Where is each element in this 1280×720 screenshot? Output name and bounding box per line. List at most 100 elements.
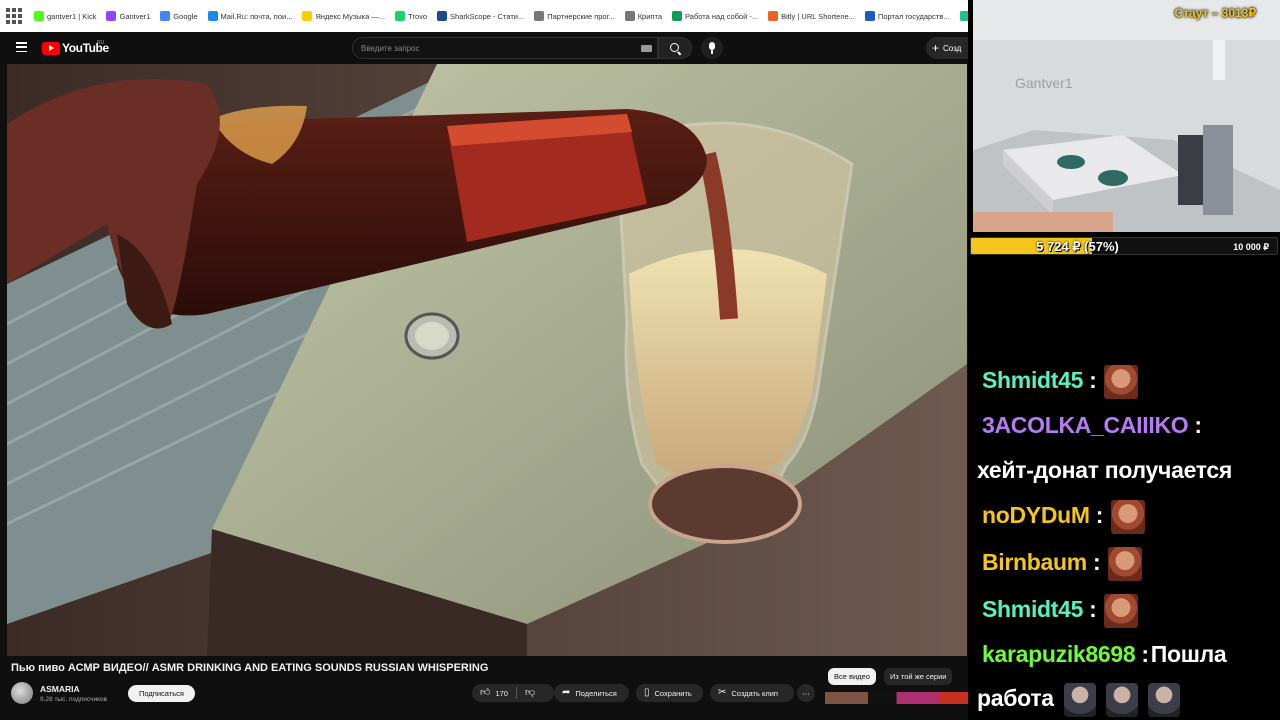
bookmark-favicon-icon bbox=[959, 11, 968, 21]
apps-grid-icon[interactable] bbox=[6, 8, 22, 24]
youtube-logo[interactable]: YouTube RU bbox=[42, 40, 109, 55]
stream-overlay: Gantver1 Стаут – 3013₽ 5 724 ₽ (57%) 10 … bbox=[968, 0, 1280, 720]
save-button[interactable]: ▯ Сохранить bbox=[636, 684, 703, 702]
channel-avatar[interactable] bbox=[11, 682, 33, 704]
search-icon bbox=[670, 43, 679, 52]
bookmark-favicon-icon bbox=[437, 11, 448, 21]
create-button[interactable]: + Созд bbox=[926, 37, 968, 59]
search-input[interactable] bbox=[361, 42, 631, 55]
browser-window: gantver1 | Kick Gantver1 Google Mail.Ru: по… bbox=[0, 0, 968, 720]
chat-message: хейт-донат получается bbox=[977, 457, 1232, 484]
bookmark-item[interactable]: SharkScope - Стати... bbox=[437, 11, 524, 21]
keyboard-icon[interactable] bbox=[641, 45, 652, 52]
bookmark-favicon-icon bbox=[34, 11, 44, 21]
bookmark-label: Партнерские прог... bbox=[547, 11, 615, 21]
subscribe-button[interactable]: Подписаться bbox=[128, 685, 195, 702]
chat-username: karapuzik8698 bbox=[982, 641, 1136, 667]
chat-emote-icon bbox=[1063, 683, 1096, 717]
voice-search-button[interactable] bbox=[701, 37, 723, 59]
bookmark-label: Mail.Ru: почта, пои... bbox=[220, 11, 293, 21]
bookmark-favicon-icon bbox=[207, 11, 218, 21]
chat-separator: : bbox=[1095, 502, 1104, 529]
webcam-wall-text: Gantver1 bbox=[1015, 75, 1073, 91]
chat-message: noDYDuM: bbox=[982, 500, 1146, 534]
youtube-header: YouTube RU + Созд bbox=[0, 32, 968, 64]
bookmark-favicon-icon bbox=[160, 11, 171, 21]
chat-message: 3ACOLKA_CAIIIKO: bbox=[982, 412, 1204, 439]
chat-text: работа bbox=[977, 685, 1054, 712]
webcam-feed: Gantver1 Стаут – 3013₽ bbox=[973, 0, 1280, 232]
menu-icon[interactable] bbox=[16, 42, 27, 52]
bookmark-favicon-icon bbox=[302, 11, 313, 21]
search-button[interactable] bbox=[658, 37, 692, 59]
bookmark-label: Портал государств... bbox=[877, 11, 950, 21]
bookmark-item[interactable]: gantver1 | Kick bbox=[34, 11, 96, 21]
chat-text: Пошла bbox=[1150, 641, 1227, 667]
bookmark-label: gantver1 | Kick bbox=[47, 11, 97, 21]
chat-message: karapuzik8698:Пошла bbox=[982, 641, 1227, 668]
more-icon: ⋯ bbox=[802, 688, 810, 698]
chat-message: Shmidt45: bbox=[982, 594, 1139, 628]
chat-message: Birnbaum: bbox=[982, 547, 1143, 581]
webcam-image: Gantver1 bbox=[973, 0, 1280, 232]
bookmark-label: Bitly | URL Shortene... bbox=[781, 11, 855, 21]
bookmark-item[interactable]: Bitly | URL Shortene... bbox=[768, 11, 855, 21]
bookmark-favicon-icon bbox=[672, 11, 683, 21]
search-box bbox=[352, 37, 658, 59]
share-label: Поделиться bbox=[575, 688, 617, 698]
bookmark-icon: ▯ bbox=[644, 687, 650, 698]
chat-text: хейт-донат получается bbox=[977, 457, 1233, 483]
chat-separator: : bbox=[1089, 367, 1097, 394]
chip-all-videos[interactable]: Все видео bbox=[828, 668, 876, 685]
chat-overlay: Shmidt45: 3ACOLKA_CAIIIKO: хейт-донат полу… bbox=[968, 360, 1280, 720]
recommended-thumbnails[interactable] bbox=[825, 692, 968, 704]
bookmark-item[interactable]: Крипта bbox=[624, 11, 663, 21]
bookmark-item[interactable]: Работа над собой -... bbox=[672, 11, 758, 21]
bookmark-item[interactable]: The Best Free Live S... bbox=[959, 11, 968, 21]
bookmark-label: Крипта bbox=[637, 11, 663, 21]
chip-same-series[interactable]: Из той же серии bbox=[884, 668, 953, 685]
chat-separator: : bbox=[1141, 641, 1149, 667]
country-code: RU bbox=[97, 40, 105, 46]
bookmark-favicon-icon bbox=[534, 11, 545, 21]
subscriber-count: 9,28 тыс. подписчиков bbox=[40, 696, 108, 703]
chat-username: noDYDuM bbox=[982, 502, 1090, 529]
bookmark-favicon-icon bbox=[106, 11, 117, 21]
bookmark-label: Яндекс Музыка —... bbox=[315, 11, 386, 21]
chat-username: 3ACOLKA_CAIIIKO bbox=[982, 412, 1189, 438]
share-button[interactable]: ➦ Поделиться bbox=[554, 684, 629, 702]
video-player[interactable] bbox=[7, 64, 967, 656]
bookmark-item[interactable]: Партнерские прог... bbox=[534, 11, 615, 21]
chat-emote-icon bbox=[1111, 500, 1146, 534]
chat-separator: : bbox=[1194, 412, 1202, 438]
channel-name[interactable]: ASMARIA bbox=[40, 684, 80, 694]
bookmark-label: Google bbox=[173, 11, 198, 21]
bookmarks-bar: gantver1 | Kick Gantver1 Google Mail.Ru: по… bbox=[0, 0, 968, 32]
chat-message: работа bbox=[977, 683, 1180, 717]
donation-target: 10 000 ₽ bbox=[1233, 242, 1269, 252]
bookmark-item[interactable]: Gantver1 bbox=[106, 11, 150, 21]
thumbs-up-icon[interactable]: 👍︎ bbox=[480, 688, 490, 698]
bookmark-favicon-icon bbox=[768, 11, 779, 21]
scissors-icon: ✂ bbox=[718, 687, 727, 698]
donation-amount: 5 724 ₽ (57%) bbox=[1036, 239, 1119, 254]
microphone-icon bbox=[709, 42, 715, 50]
bookmark-favicon-icon bbox=[395, 11, 406, 21]
bookmark-item[interactable]: Google bbox=[160, 11, 198, 21]
clip-button[interactable]: ✂ Создать клип bbox=[710, 684, 794, 702]
thumbs-down-icon[interactable]: 👎︎ bbox=[525, 688, 535, 698]
clip-label: Создать клип bbox=[731, 688, 778, 698]
more-actions-button[interactable]: ⋯ bbox=[797, 684, 815, 702]
bookmark-item[interactable]: Яндекс Музыка —... bbox=[302, 11, 385, 21]
youtube-play-icon bbox=[42, 41, 60, 55]
screen: gantver1 | Kick Gantver1 Google Mail.Ru: по… bbox=[0, 0, 1280, 720]
chat-message: Shmidt45: bbox=[982, 365, 1139, 399]
chat-emote-icon bbox=[1104, 365, 1139, 399]
chat-emote-icon bbox=[1105, 683, 1138, 717]
bookmark-item[interactable]: Trovo bbox=[395, 11, 427, 21]
chat-separator: : bbox=[1089, 596, 1097, 623]
bookmark-item[interactable]: Mail.Ru: почта, пои... bbox=[207, 11, 293, 21]
create-label: Созд bbox=[943, 43, 962, 53]
chat-separator: : bbox=[1092, 549, 1101, 576]
bookmark-item[interactable]: Портал государств... bbox=[864, 11, 950, 21]
